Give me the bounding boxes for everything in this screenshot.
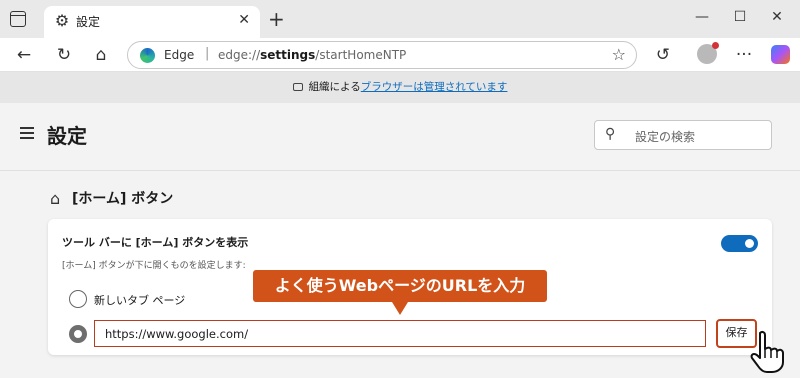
show-home-toggle[interactable] (721, 235, 758, 252)
title-bar: ⚙ 設定 ✕ + — ☐ ✕ (0, 0, 800, 38)
avatar[interactable] (697, 42, 719, 64)
edge-label: Edge (164, 48, 195, 62)
history-icon[interactable]: ↺ (652, 44, 674, 66)
radio-new-tab[interactable] (69, 290, 87, 308)
annotation-callout: よく使うWebページのURLを入力 (253, 270, 547, 302)
section-title: [ホーム] ボタン (72, 191, 174, 207)
home-section-icon: ⌂ (50, 189, 61, 208)
maximize-icon[interactable]: ☐ (730, 9, 750, 25)
managed-banner: 組織によるブラウザーは管理されています (0, 72, 800, 103)
copilot-icon[interactable] (771, 45, 790, 64)
briefcase-icon (292, 83, 303, 91)
settings-content: 設定 ⚲ 設定の検索 ⌂ [ホーム] ボタン ツール バーに [ホーム] ボタン… (0, 103, 800, 378)
hand-pointer-icon (750, 330, 784, 373)
search-placeholder: 設定の検索 (635, 130, 696, 144)
address-separator: | (205, 46, 210, 61)
radio-new-tab-label: 新しいタブ ページ (94, 294, 186, 307)
search-icon: ⚲ (605, 126, 616, 142)
home-icon[interactable]: ⌂ (90, 44, 112, 66)
callout-arrow (392, 302, 408, 315)
more-icon[interactable]: ··· (733, 44, 755, 66)
page-title: 設定 (47, 124, 87, 148)
home-subtext: [ホーム] ボタンが下に開くものを設定します: (62, 261, 246, 271)
managed-text: 組織による (308, 81, 361, 93)
edge-logo-icon (140, 48, 155, 63)
browser-toolbar: ← ↻ ⌂ Edge | edge://settings/startHomeNT… (0, 38, 800, 72)
gear-icon: ⚙ (54, 11, 70, 30)
back-icon[interactable]: ← (13, 44, 35, 66)
managed-link[interactable]: ブラウザーは管理されています (361, 81, 508, 93)
url-text: edge://settings/startHomeNTP (218, 48, 407, 62)
address-bar[interactable]: Edge | edge://settings/startHomeNTP ☆ (127, 41, 637, 69)
home-url-value: https://www.google.com/ (105, 327, 249, 341)
window-close-icon[interactable]: ✕ (767, 9, 787, 25)
minimize-icon[interactable]: — (692, 9, 712, 25)
favorite-star-icon[interactable]: ☆ (612, 45, 626, 64)
show-home-label: ツール バーに [ホーム] ボタンを表示 (62, 236, 249, 249)
tab-actions-icon[interactable] (10, 11, 26, 27)
refresh-icon[interactable]: ↻ (53, 44, 75, 66)
tab-settings[interactable]: ⚙ 設定 ✕ (44, 6, 260, 38)
tab-title: 設定 (76, 15, 101, 29)
close-icon[interactable]: ✕ (238, 12, 250, 28)
radio-custom-url[interactable] (69, 325, 87, 343)
search-input[interactable]: ⚲ 設定の検索 (594, 120, 772, 150)
home-url-input[interactable]: https://www.google.com/ (94, 320, 706, 347)
menu-icon[interactable] (20, 127, 34, 142)
new-tab-button[interactable]: + (268, 9, 285, 29)
header-divider (0, 170, 800, 171)
